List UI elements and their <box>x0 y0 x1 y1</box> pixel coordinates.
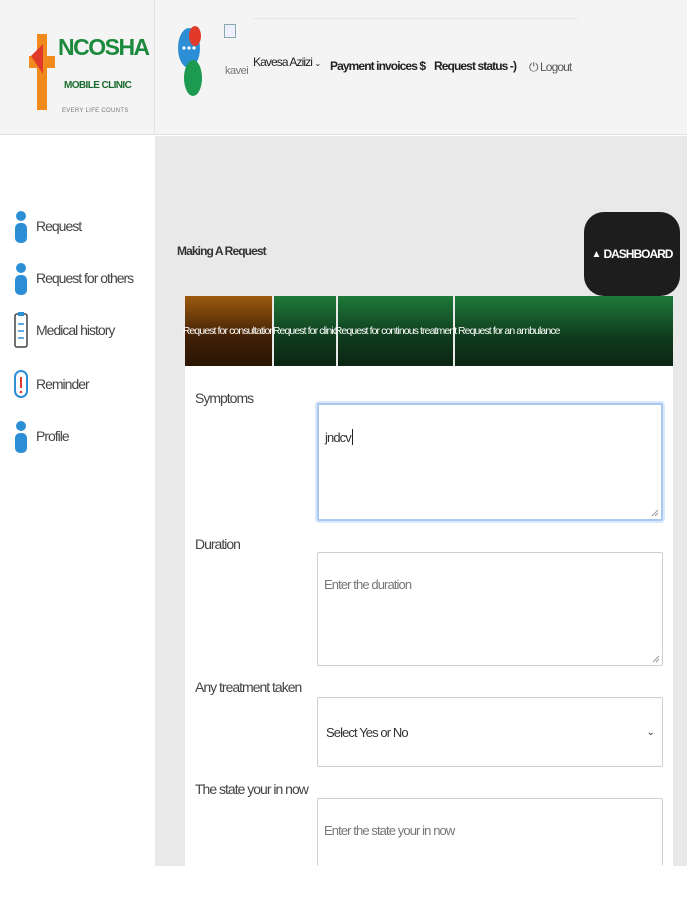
text-cursor <box>351 429 353 445</box>
symptoms-label: Symptoms <box>195 390 254 406</box>
request-tabs: Request for consultation Request for cli… <box>183 296 673 366</box>
tab-continous-treatment[interactable]: Request for continous treatment <box>335 296 457 366</box>
symptoms-value: jndcv <box>325 430 352 445</box>
duration-placeholder: Enter the duration <box>324 577 412 592</box>
top-header: NCOSHA MOBILE CLINIC EVERY LIFE COUNTS k… <box>0 0 687 135</box>
clipboard-icon <box>12 312 30 348</box>
user-name: Kavesa Aziizi <box>253 55 313 69</box>
state-label: The state your in now <box>195 781 309 797</box>
profile-image[interactable]: kavei <box>223 23 253 93</box>
sidebar-item-label: Reminder <box>36 376 90 392</box>
logout-label: Logout <box>540 60 572 74</box>
page-title: Making A Request <box>177 244 267 258</box>
person-icon <box>12 418 30 454</box>
sidebar-item-profile[interactable]: Profile <box>12 416 70 456</box>
user-menu[interactable]: Kavesa Aziizi ⌄ <box>253 55 321 69</box>
broken-image-icon <box>224 24 236 38</box>
sidebar-item-request-for-others[interactable]: Request for others <box>12 258 134 298</box>
sidebar-item-medical-history[interactable]: Medical history <box>12 310 115 350</box>
duration-label: Duration <box>195 536 241 552</box>
treatment-select[interactable]: Select Yes or No ⌄ <box>317 697 663 767</box>
chat-bubbles-icon[interactable] <box>175 24 203 102</box>
state-field[interactable]: Enter the state your in now <box>317 798 663 866</box>
state-placeholder: Enter the state your in now <box>324 823 455 838</box>
request-status-link[interactable]: Request status -) <box>434 59 517 73</box>
home-icon: ▲ <box>591 248 602 260</box>
logout-link[interactable]: ⏻ Logout <box>529 60 572 75</box>
dashboard-button[interactable]: ▲ DASHBOARD <box>584 212 680 296</box>
dashboard-label: DASHBOARD <box>603 247 673 261</box>
logo-subtitle: MOBILE CLINIC <box>64 80 132 91</box>
sidebar-item-label: Medical history <box>36 322 115 338</box>
treatment-selected: Select Yes or No <box>326 724 409 740</box>
main-content: Making A Request ▲ DASHBOARD Request for… <box>155 136 687 866</box>
sidebar-item-reminder[interactable]: Reminder <box>12 364 90 404</box>
person-icon <box>12 208 30 244</box>
alert-icon <box>12 366 30 402</box>
logo-name: NCOSHA <box>58 34 150 60</box>
power-icon: ⏻ <box>529 60 538 74</box>
resize-handle-icon[interactable] <box>652 655 660 663</box>
sidebar-item-label: Request for others <box>36 270 134 286</box>
symptoms-field[interactable]: jndcv <box>317 403 663 521</box>
resize-handle-icon[interactable] <box>651 509 659 517</box>
sidebar: Request Request for others Medical histo… <box>0 136 155 866</box>
tab-clinic[interactable]: Request for clinic <box>273 296 338 366</box>
payment-invoices-link[interactable]: Payment invoices $ <box>330 59 426 73</box>
chevron-down-icon: ⌄ <box>646 726 655 738</box>
tab-ambulance[interactable]: Request for an ambulance <box>455 296 673 366</box>
logo-tagline: EVERY LIFE COUNTS <box>62 108 129 114</box>
request-form: Symptoms jndcv Duration Enter the durati… <box>185 366 673 866</box>
sidebar-item-label: Profile <box>36 428 70 444</box>
chevron-down-icon: ⌄ <box>314 59 321 68</box>
sidebar-item-label: Request <box>36 218 82 234</box>
sidebar-item-request[interactable]: Request <box>12 206 82 246</box>
person-icon <box>12 260 30 296</box>
logo[interactable]: NCOSHA MOBILE CLINIC EVERY LIFE COUNTS <box>0 0 155 135</box>
treatment-label: Any treatment taken <box>195 679 302 695</box>
profile-image-alt: kavei <box>225 65 249 77</box>
header-divider <box>253 18 578 19</box>
tab-consultation[interactable]: Request for consultation <box>183 296 275 366</box>
duration-field[interactable]: Enter the duration <box>317 552 663 666</box>
medical-cross-icon <box>29 34 55 110</box>
